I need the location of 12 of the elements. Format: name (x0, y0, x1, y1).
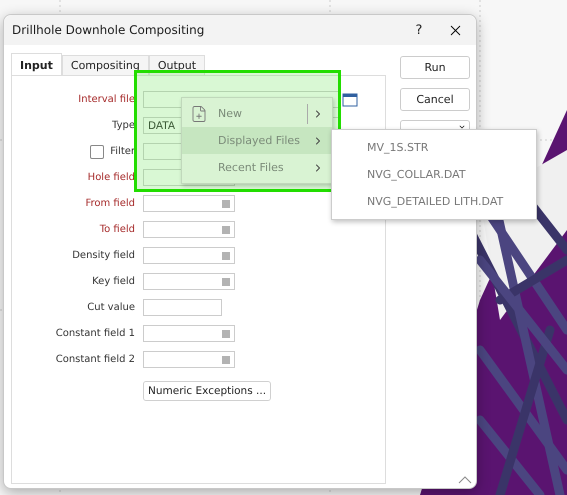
field-label: Constant field 2 (56, 354, 135, 365)
field-label: Constant field 1 (56, 328, 135, 339)
field-label: To field (100, 224, 135, 235)
field-label: Hole field (88, 172, 135, 183)
field-label: From field (85, 198, 135, 209)
field-label: Type (112, 120, 135, 131)
field-label: Density field (72, 250, 135, 261)
field-label: Filter (110, 146, 135, 157)
field-label: Key field (92, 276, 135, 287)
field-label: Cut value (87, 302, 135, 313)
window-title: Drillhole Downhole Compositing (12, 23, 206, 37)
field-label: Interval file (78, 94, 135, 105)
